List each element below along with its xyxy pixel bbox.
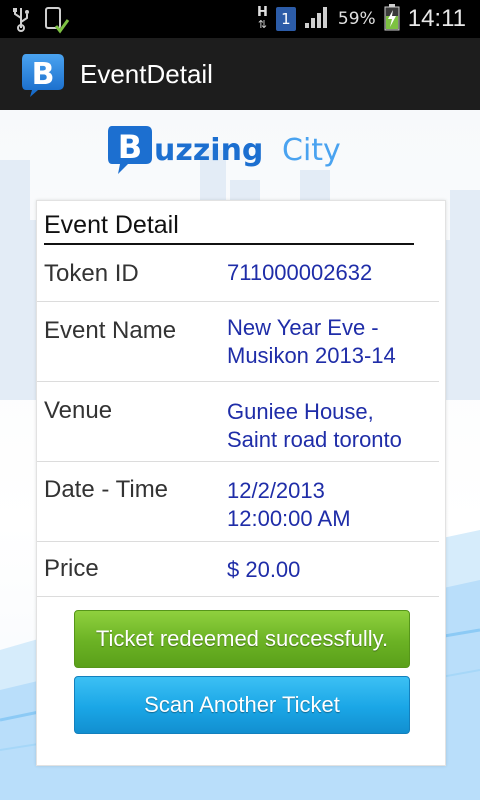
card-title: Event Detail xyxy=(44,211,414,245)
svg-text:uzzing: uzzing xyxy=(154,133,263,168)
screen-title: EventDetail xyxy=(80,58,213,89)
event-name-line-1: New Year Eve - xyxy=(227,315,379,340)
event-name-label: Event Name xyxy=(44,317,177,344)
buzzingcity-b-icon[interactable]: B xyxy=(20,50,68,98)
date-time-row: Date - Time 12/2/2013 12:00:00 AM xyxy=(37,461,439,542)
svg-text:City: City xyxy=(282,133,341,168)
venue-row: Venue Guniee House, Saint road toronto xyxy=(37,381,439,462)
svg-text:B: B xyxy=(118,128,142,166)
venue-value: Guniee House, Saint road toronto xyxy=(227,398,437,454)
download-done-icon xyxy=(44,6,70,38)
clock: 14:11 xyxy=(407,5,466,32)
signal-icon xyxy=(304,5,330,33)
event-name-value: New Year Eve - Musikon 2013-14 xyxy=(227,314,437,370)
event-name-row: Event Name New Year Eve - Musikon 2013-1… xyxy=(37,301,439,382)
event-detail-card: Event Detail Token ID 711000002632 Event… xyxy=(36,200,446,766)
venue-line-2: Saint road toronto xyxy=(227,427,402,452)
action-bar: B EventDetail xyxy=(0,38,480,112)
data-arrows-icon: H ⇅ xyxy=(257,5,268,31)
scan-another-ticket-button[interactable]: Scan Another Ticket xyxy=(74,676,410,734)
usb-icon xyxy=(10,6,32,38)
buzzingcity-logo: B uzzing City xyxy=(106,120,376,180)
time-line: 12:00:00 AM xyxy=(227,506,351,531)
price-row: Price $ 20.00 xyxy=(37,541,439,597)
token-id-value: 711000002632 xyxy=(227,260,373,285)
svg-text:B: B xyxy=(32,57,55,92)
sim-icon: 1 xyxy=(275,7,296,31)
venue-label: Venue xyxy=(44,397,113,424)
redeem-status-button[interactable]: Ticket redeemed successfully. xyxy=(74,610,410,668)
event-name-line-2: Musikon 2013-14 xyxy=(227,343,396,368)
price-value: $ 20.00 xyxy=(227,557,301,582)
date-time-value: 12/2/2013 12:00:00 AM xyxy=(227,477,437,533)
battery-charging-icon xyxy=(384,3,400,35)
venue-line-1: Guniee House, xyxy=(227,399,374,424)
price-label: Price xyxy=(44,555,99,582)
battery-percent: 59% xyxy=(337,9,376,29)
token-id-label: Token ID xyxy=(44,260,139,287)
date-line: 12/2/2013 xyxy=(227,478,325,503)
status-bar: H ⇅ 1 59% 14:11 xyxy=(0,0,480,38)
token-id-row: Token ID 711000002632 xyxy=(37,247,439,302)
date-time-label: Date - Time xyxy=(44,476,169,503)
